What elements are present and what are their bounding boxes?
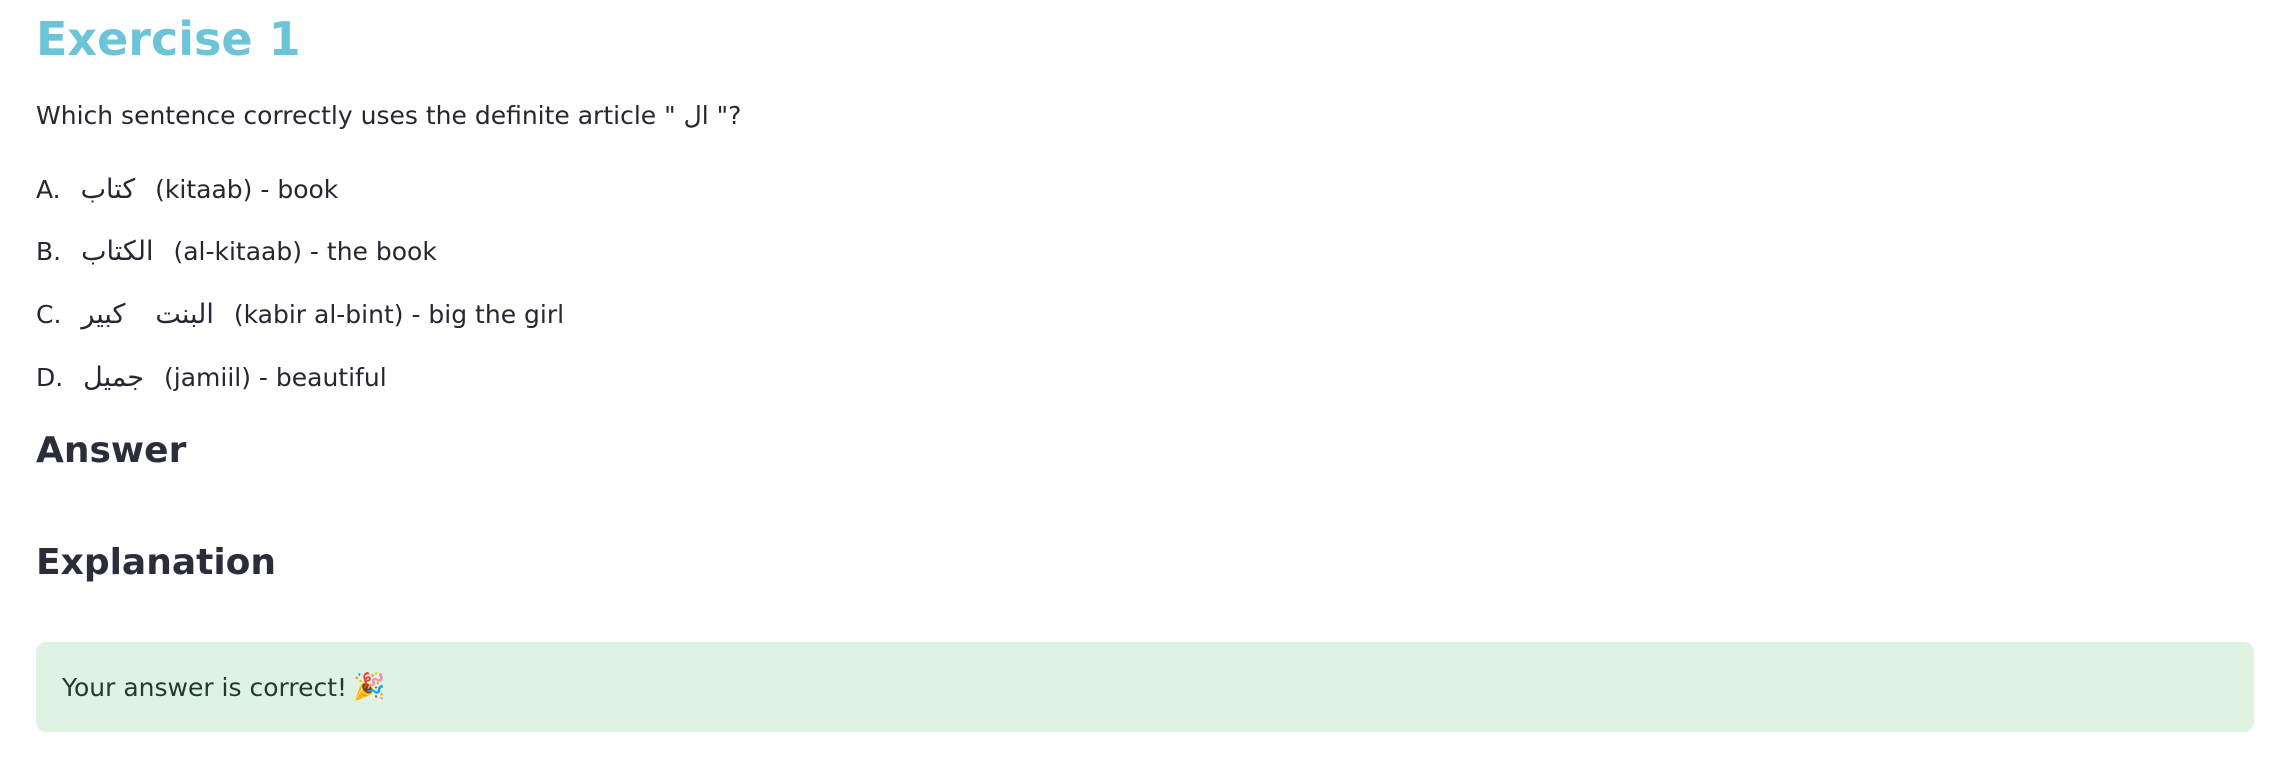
option-c: C. كبير البنت (kabir al-bint) - big the … [36, 295, 564, 335]
option-d: D. جميل (jamiil) - beautiful [36, 358, 387, 398]
success-message: Your answer is correct! [62, 672, 348, 702]
option-text: (al-kitaab) - the book [173, 237, 437, 266]
option-text: (kitaab) - book [155, 175, 339, 204]
option-arabic: كتاب [80, 174, 136, 205]
option-a: A. كتاب (kitaab) - book [36, 170, 338, 210]
option-arabic: جميل [83, 362, 145, 393]
option-text: (kabir al-bint) - big the girl [233, 300, 565, 329]
answer-heading: Answer [36, 430, 187, 471]
party-popper-icon: 🎉 [353, 672, 386, 702]
option-letter: D. [36, 363, 64, 392]
option-letter: A. [36, 175, 61, 204]
exercise-title: Exercise 1 [36, 12, 301, 66]
option-arabic: الكتاب [81, 236, 154, 267]
success-alert: Your answer is correct! 🎉 [36, 642, 2254, 732]
option-arabic-1: كبير [81, 299, 126, 330]
option-arabic-2: البنت [155, 299, 214, 330]
explanation-heading: Explanation [36, 542, 277, 583]
option-letter: C. [36, 300, 62, 329]
question-suffix: "? [716, 101, 742, 130]
option-b: B. الكتاب (al-kitaab) - the book [36, 232, 437, 272]
option-text: (jamiil) - beautiful [164, 363, 387, 392]
question-article: ال [683, 101, 709, 130]
question-text: Which sentence correctly uses the defini… [36, 98, 741, 134]
option-letter: B. [36, 237, 62, 266]
question-prefix: Which sentence correctly uses the defini… [36, 101, 676, 130]
